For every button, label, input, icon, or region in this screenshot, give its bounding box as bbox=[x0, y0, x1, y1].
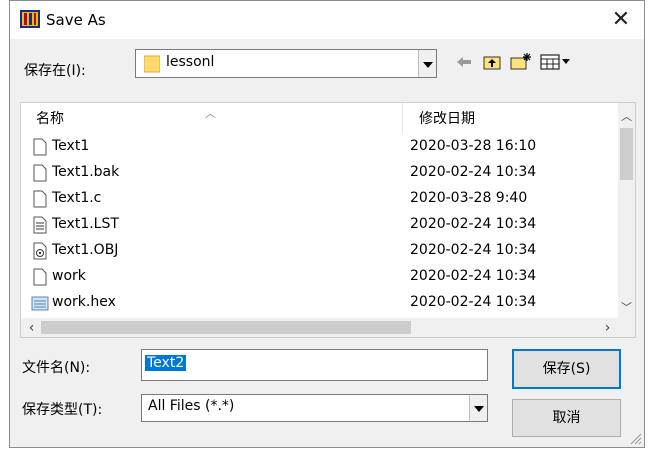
file-type-label: 保存类型(T): bbox=[22, 402, 103, 418]
sort-up-icon: ︿ bbox=[205, 107, 216, 120]
text-file-icon bbox=[33, 216, 47, 234]
file-name-field[interactable]: Text2 bbox=[141, 349, 488, 381]
list-item[interactable]: work.hex 2020-02-24 10:34 bbox=[21, 290, 611, 316]
file-name: Text1.LST bbox=[52, 216, 119, 232]
visual-studio-icon bbox=[20, 10, 40, 28]
file-name: Text1 bbox=[52, 138, 90, 154]
list-item[interactable]: Text1.OBJ 2020-02-24 10:34 bbox=[21, 238, 611, 264]
file-date: 2020-02-24 10:34 bbox=[410, 164, 537, 180]
up-folder-icon[interactable] bbox=[483, 54, 501, 70]
file-date: 2020-02-24 10:34 bbox=[410, 268, 537, 284]
blank-file-icon bbox=[33, 138, 47, 156]
vertical-scroll-thumb[interactable] bbox=[620, 128, 633, 180]
save-as-dialog: Save As ✕ 保存在(I): lessonl 名称 ︿ 修改日期 Text… bbox=[9, 0, 645, 448]
close-icon[interactable]: ✕ bbox=[606, 5, 636, 35]
cancel-button[interactable]: 取消 bbox=[512, 399, 621, 437]
horizontal-scrollbar[interactable]: ‹ › bbox=[21, 318, 620, 337]
object-file-icon bbox=[33, 242, 47, 260]
save-in-value: lessonl bbox=[166, 54, 215, 70]
new-folder-icon[interactable] bbox=[510, 52, 532, 70]
list-item[interactable]: Text1.c 2020-03-28 9:40 bbox=[21, 186, 611, 212]
column-header-date[interactable]: 修改日期 bbox=[419, 105, 475, 133]
save-button[interactable]: 保存(S) bbox=[512, 349, 621, 389]
column-divider[interactable] bbox=[402, 103, 403, 133]
list-item[interactable]: Text1.bak 2020-02-24 10:34 bbox=[21, 160, 611, 186]
file-type-value: All Files (*.*) bbox=[148, 398, 235, 414]
hex-file-icon bbox=[31, 296, 49, 311]
save-in-label: 保存在(I): bbox=[24, 63, 86, 79]
chevron-down-icon[interactable] bbox=[469, 395, 487, 421]
scroll-down-icon[interactable]: ﹀ bbox=[618, 299, 635, 315]
file-name: work.hex bbox=[52, 294, 116, 310]
window-title: Save As bbox=[46, 11, 106, 29]
file-list[interactable]: 名称 ︿ 修改日期 Text1 2020-03-28 16:10 Text1.b… bbox=[20, 102, 636, 338]
list-item[interactable]: work 2020-02-24 10:34 bbox=[21, 264, 611, 290]
column-header-name[interactable]: 名称 bbox=[36, 105, 64, 133]
scroll-up-icon[interactable]: ︿ bbox=[618, 108, 635, 124]
file-date: 2020-03-28 9:40 bbox=[410, 190, 528, 206]
file-name-value: Text2 bbox=[145, 355, 187, 371]
vertical-scrollbar[interactable]: ︿ ﹀ bbox=[618, 103, 635, 318]
file-name: Text1.OBJ bbox=[52, 242, 119, 258]
scrollbar-corner bbox=[618, 318, 635, 337]
file-date: 2020-03-28 16:10 bbox=[410, 138, 537, 154]
blank-file-icon bbox=[33, 164, 47, 182]
file-name: Text1.bak bbox=[52, 164, 120, 180]
blank-file-icon bbox=[33, 190, 47, 208]
scroll-right-icon[interactable]: › bbox=[599, 320, 616, 336]
list-item[interactable]: Text1.LST 2020-02-24 10:34 bbox=[21, 212, 611, 238]
file-name: Text1.c bbox=[52, 190, 102, 206]
back-arrow-icon[interactable] bbox=[456, 55, 472, 69]
scroll-left-icon[interactable]: ‹ bbox=[23, 320, 40, 336]
file-name: work bbox=[52, 268, 86, 284]
file-date: 2020-02-24 10:34 bbox=[410, 216, 537, 232]
save-in-dropdown[interactable]: lessonl bbox=[135, 49, 437, 78]
folder-icon bbox=[144, 55, 160, 73]
list-item[interactable]: Text1 2020-03-28 16:10 bbox=[21, 134, 611, 160]
view-menu-icon[interactable] bbox=[540, 54, 572, 70]
blank-file-icon bbox=[33, 268, 47, 286]
horizontal-scroll-thumb[interactable] bbox=[41, 321, 411, 334]
resize-grip-icon[interactable] bbox=[628, 431, 642, 445]
chevron-down-icon[interactable] bbox=[418, 50, 436, 77]
title-bar[interactable]: Save As ✕ bbox=[10, 1, 644, 39]
file-date: 2020-02-24 10:34 bbox=[410, 242, 537, 258]
file-name-label: 文件名(N): bbox=[22, 360, 91, 376]
file-date: 2020-02-24 10:34 bbox=[410, 294, 537, 310]
file-type-dropdown[interactable]: All Files (*.*) bbox=[141, 394, 488, 422]
